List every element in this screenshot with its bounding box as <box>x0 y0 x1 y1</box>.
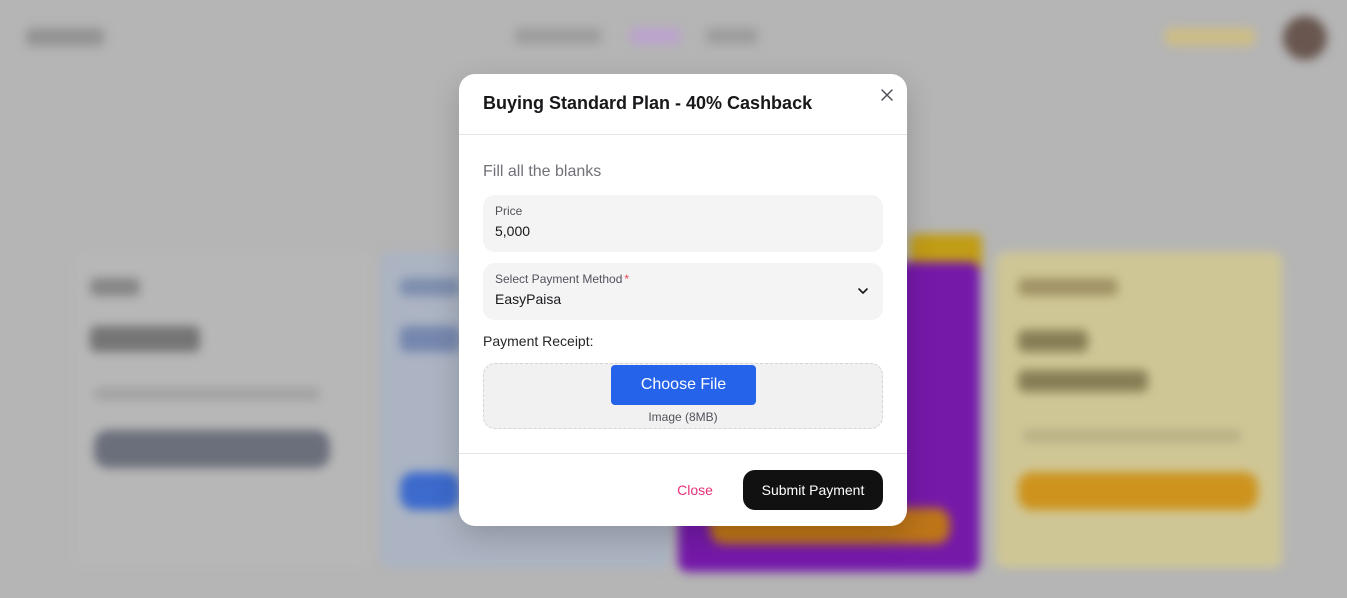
payment-method-select[interactable]: Select Payment Method * EasyPaisa <box>483 263 883 320</box>
chevron-down-icon <box>857 284 869 296</box>
payment-method-label: Select Payment Method * <box>495 272 629 286</box>
payment-method-value: EasyPaisa <box>495 291 562 307</box>
modal-footer: Close Submit Payment <box>459 453 907 526</box>
close-icon[interactable] <box>878 86 896 104</box>
choose-file-button[interactable]: Choose File <box>611 365 756 405</box>
price-label: Price <box>495 204 523 218</box>
price-value: 5,000 <box>495 223 531 239</box>
modal-title: Buying Standard Plan - 40% Cashback <box>483 93 813 113</box>
modal-header: Buying Standard Plan - 40% Cashback <box>459 74 907 135</box>
file-dropzone[interactable]: Choose File Image (8MB) <box>483 363 883 429</box>
payment-receipt-label: Payment Receipt: <box>483 333 594 349</box>
submit-payment-button[interactable]: Submit Payment <box>743 470 883 510</box>
form-subtitle: Fill all the blanks <box>483 163 602 180</box>
required-marker: * <box>624 272 630 286</box>
file-size-hint: Image (8MB) <box>648 410 718 424</box>
price-field[interactable]: Price 5,000 <box>483 195 883 252</box>
payment-modal: Buying Standard Plan - 40% Cashback Fill… <box>459 74 907 526</box>
payment-method-label-text: Select Payment Method <box>495 272 623 286</box>
close-button[interactable]: Close <box>659 470 731 510</box>
